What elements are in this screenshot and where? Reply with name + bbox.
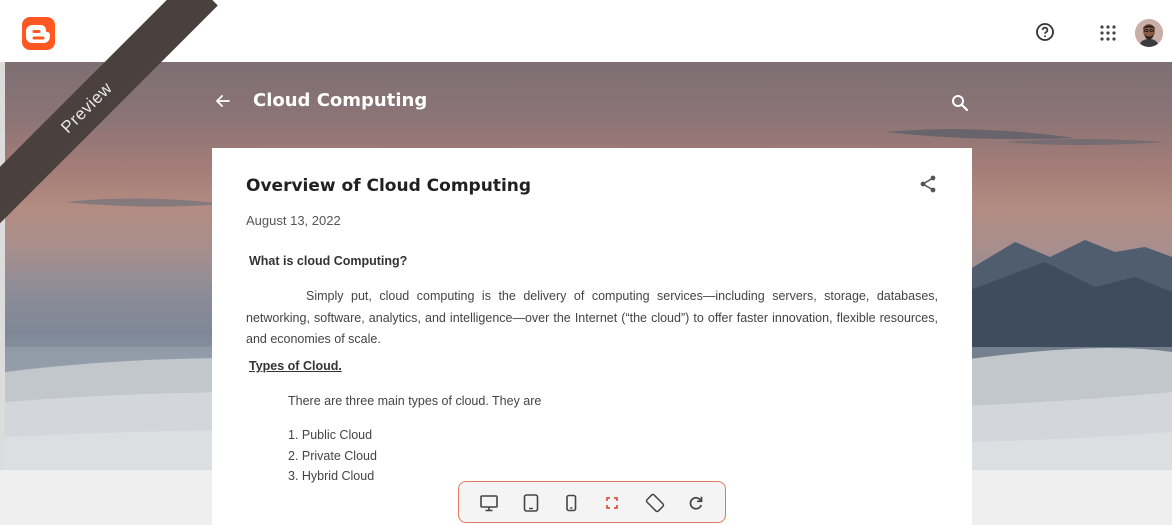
arrow-left-icon[interactable]	[213, 91, 233, 111]
section-heading-types: Types of Cloud.	[249, 359, 342, 373]
refresh-icon[interactable]	[686, 493, 706, 513]
tablet-icon[interactable]	[521, 493, 541, 513]
list-item: 1. Public Cloud	[288, 428, 373, 442]
post-card: Overview of Cloud Computing August 13, 2…	[212, 148, 972, 525]
post-date: August 13, 2022	[246, 213, 341, 228]
rotate-icon[interactable]	[645, 493, 665, 513]
share-icon[interactable]	[918, 174, 938, 194]
user-avatar[interactable]	[1135, 19, 1163, 47]
post-title[interactable]: Overview of Cloud Computing	[246, 176, 531, 196]
help-circle-icon[interactable]	[1035, 22, 1055, 42]
post-paragraph: Simply put, cloud computing is the deliv…	[246, 289, 938, 346]
types-list: 1. Public Cloud 2. Private Cloud 3. Hybr…	[288, 425, 377, 487]
fullscreen-icon[interactable]	[602, 493, 622, 513]
blog-title[interactable]: Cloud Computing	[253, 90, 427, 111]
list-item: 2. Private Cloud	[288, 448, 377, 463]
apps-grid-icon[interactable]	[1099, 24, 1117, 42]
types-intro: There are three main types of cloud. The…	[288, 394, 542, 408]
blogger-logo-icon[interactable]	[22, 17, 55, 50]
desktop-icon[interactable]	[479, 493, 499, 513]
mobile-icon[interactable]	[561, 493, 581, 513]
device-preview-toolbar	[458, 481, 726, 523]
list-item: 3. Hybrid Cloud	[288, 469, 375, 483]
section-heading: What is cloud Computing?	[249, 254, 408, 268]
search-icon[interactable]	[951, 94, 969, 112]
